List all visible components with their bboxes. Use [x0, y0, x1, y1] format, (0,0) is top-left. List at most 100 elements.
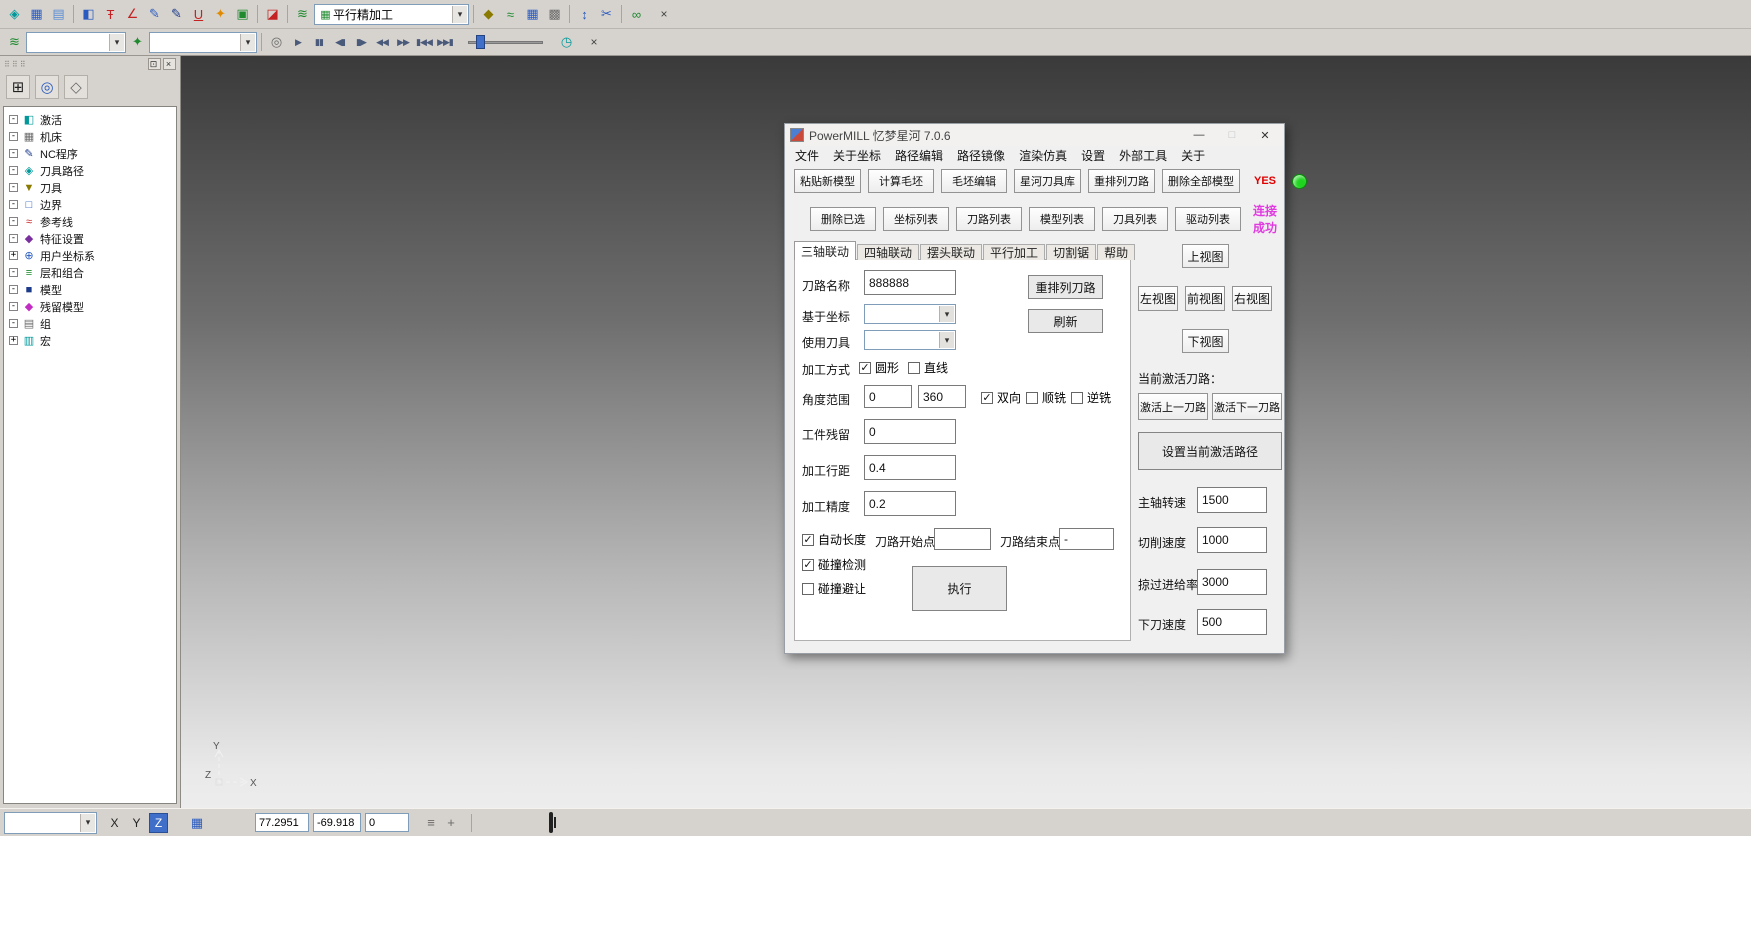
auto-length-checkbox[interactable]: 自动长度: [802, 531, 866, 548]
tree-item-workplane[interactable]: +⊕用户坐标系: [4, 247, 176, 264]
tree-item-tool[interactable]: -▼刀具: [4, 179, 176, 196]
transfer-icon[interactable]: ↕: [574, 4, 595, 25]
tree-item-macro[interactable]: +▥宏: [4, 332, 176, 349]
shield-icon[interactable]: ◇: [64, 75, 88, 99]
refresh-button[interactable]: 刷新: [1028, 309, 1103, 333]
chevron-down-icon[interactable]: ▾: [80, 814, 95, 832]
checkbox-box[interactable]: [981, 392, 993, 404]
maximize-button[interactable]: □: [1218, 126, 1246, 144]
set-active-path-button[interactable]: 设置当前激活路径: [1138, 432, 1282, 470]
layer-group-icon[interactable]: ▣: [232, 4, 253, 25]
layers-stack-icon[interactable]: ◈: [4, 4, 25, 25]
activate-next-button[interactable]: 激活下一刀路: [1212, 393, 1282, 420]
stack-icon[interactable]: ≋: [4, 32, 25, 53]
end-point-input[interactable]: [1059, 528, 1114, 550]
conventional-mill-checkbox[interactable]: 逆铣: [1071, 389, 1111, 406]
coord-y-field[interactable]: -69.918: [313, 813, 361, 832]
tree-item-machine[interactable]: -▦机床: [4, 128, 176, 145]
pick-tool-icon[interactable]: ✦: [127, 32, 148, 53]
checkbox-box[interactable]: [1071, 392, 1083, 404]
coord-z-field[interactable]: 0: [365, 813, 409, 832]
tree-expander-icon[interactable]: -: [9, 268, 18, 277]
hammer-tool-icon[interactable]: ◆: [478, 4, 499, 25]
menu-path-mirror[interactable]: 路径镜像: [950, 146, 1012, 165]
snap-icon[interactable]: ≡: [421, 813, 441, 833]
print-icon[interactable]: ▤: [48, 4, 69, 25]
tab-swivel[interactable]: 摆头联动: [920, 244, 982, 260]
clock-icon[interactable]: ◷: [556, 32, 577, 53]
view-front-button[interactable]: 前视图: [1185, 286, 1225, 311]
status-combobox[interactable]: ▾: [4, 812, 97, 834]
panel-float-icon[interactable]: ⊡: [148, 58, 161, 70]
chevron-down-icon[interactable]: ▾: [240, 34, 255, 51]
tab-parallel[interactable]: 平行加工: [983, 244, 1045, 260]
chevron-down-icon[interactable]: ▾: [939, 332, 954, 348]
checkbox-box[interactable]: [802, 583, 814, 595]
tree-expander-icon[interactable]: -: [9, 115, 18, 124]
toolpath-list-button[interactable]: 刀路列表: [956, 207, 1022, 231]
angle-to-input[interactable]: [918, 385, 966, 408]
simulation-speed-slider[interactable]: [468, 33, 543, 51]
line-checkbox[interactable]: 直线: [908, 359, 948, 376]
tree-expander-icon[interactable]: -: [9, 183, 18, 192]
tree-expander-icon[interactable]: -: [9, 149, 18, 158]
skim-feed-input[interactable]: [1197, 569, 1267, 595]
tree-expander-icon[interactable]: -: [9, 166, 18, 175]
spindle-speed-input[interactable]: [1197, 487, 1267, 513]
tree-expander-icon[interactable]: +: [9, 336, 18, 345]
axis-z-button[interactable]: Z: [149, 813, 168, 833]
underline-tool-icon[interactable]: U: [188, 4, 209, 25]
tree-expander-icon[interactable]: -: [9, 217, 18, 226]
draw-pen-icon[interactable]: ✎: [166, 4, 187, 25]
binocular-icon[interactable]: ∞: [626, 4, 647, 25]
toolbar-close-button[interactable]: ×: [656, 7, 672, 21]
tree-item-toolpath[interactable]: -◈刀具路径: [4, 162, 176, 179]
tool-combobox[interactable]: ▾: [149, 32, 257, 53]
rearrange-toolpath-button[interactable]: 重排列刀路: [1088, 169, 1155, 193]
bulb-icon[interactable]: ◎: [266, 32, 287, 53]
strategy-combobox[interactable]: ▦ 平行精加工 ▾: [314, 4, 469, 25]
activate-prev-button[interactable]: 激活上一刀路: [1138, 393, 1208, 420]
play-button[interactable]: ▶: [288, 32, 308, 52]
angle-measure-icon[interactable]: ∠: [122, 4, 143, 25]
stepover-input[interactable]: [864, 455, 956, 480]
slider-handle[interactable]: [476, 35, 485, 49]
tree-expander-icon[interactable]: -: [9, 132, 18, 141]
go-end-button[interactable]: ▶▶▮: [435, 32, 455, 52]
tab-four-axis[interactable]: 四轴联动: [857, 244, 919, 260]
step-back-button[interactable]: ◀▮: [330, 32, 350, 52]
plunge-speed-input[interactable]: [1197, 609, 1267, 635]
toolpath-name-input[interactable]: [864, 270, 956, 295]
menu-coords[interactable]: 关于坐标: [826, 146, 888, 165]
menu-render-sim[interactable]: 渲染仿真: [1012, 146, 1074, 165]
panel-close-icon[interactable]: ×: [163, 58, 176, 70]
use-tool-combobox[interactable]: ▾: [864, 330, 956, 350]
menu-about[interactable]: 关于: [1174, 146, 1212, 165]
execute-button[interactable]: 执行: [912, 566, 1007, 611]
panel-grip[interactable]: ⠿⠿⠿ ⊡ ×: [0, 56, 180, 72]
step-forward-button[interactable]: ▮▶: [351, 32, 371, 52]
axis-x-button[interactable]: X: [105, 813, 124, 833]
delete-selected-button[interactable]: 删除已选: [810, 207, 876, 231]
axis-y-button[interactable]: Y: [127, 813, 146, 833]
coord-list-button[interactable]: 坐标列表: [883, 207, 949, 231]
collision-avoid-checkbox[interactable]: 碰撞避让: [802, 580, 866, 597]
model-list-button[interactable]: 模型列表: [1029, 207, 1095, 231]
go-start-button[interactable]: ▮◀◀: [414, 32, 434, 52]
block-tool-icon[interactable]: ◧: [78, 4, 99, 25]
ink-tool-icon[interactable]: ◪: [262, 4, 283, 25]
hierarchy-icon[interactable]: ⊞: [6, 75, 30, 99]
chevron-down-icon[interactable]: ▾: [452, 6, 467, 23]
grid-icon[interactable]: ▦: [187, 813, 207, 833]
spark-tool-icon[interactable]: ✦: [210, 4, 231, 25]
circle-checkbox[interactable]: 圆形: [859, 359, 899, 376]
tree-item-activate[interactable]: -◧激活: [4, 111, 176, 128]
fast-forward-button[interactable]: ▶▶: [393, 32, 413, 52]
tree-item-boundary[interactable]: -□边界: [4, 196, 176, 213]
tolerance-input[interactable]: [864, 491, 956, 516]
tab-three-axis[interactable]: 三轴联动: [794, 241, 856, 260]
rewind-button[interactable]: ◀◀: [372, 32, 392, 52]
tree-expander-icon[interactable]: -: [9, 234, 18, 243]
calc-block-button[interactable]: 计算毛坯: [868, 169, 934, 193]
stock-input[interactable]: [864, 419, 956, 444]
